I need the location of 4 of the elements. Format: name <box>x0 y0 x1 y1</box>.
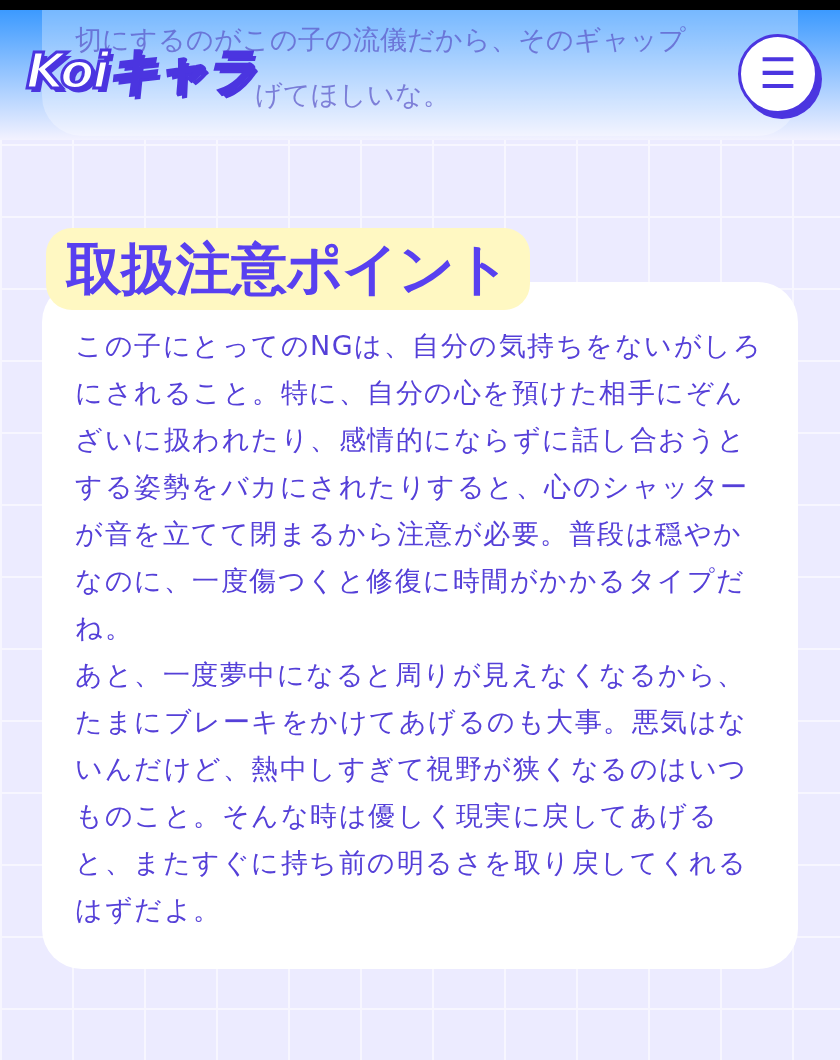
section-title: 取扱注意ポイント <box>46 228 530 310</box>
paragraph: あと、一度夢中になると周りが見えなくなるから、たまにブレーキをかけてあげるのも大事。悪気はないんだけど、熱中しすぎて視野が狭くなるのはいつものこと。そんな時は優しく現実に戻してあげると、またすぐに持ち前の明るさを取り戻してくれるはずだよ。 <box>75 658 749 927</box>
paragraph-line: げてほしいな。 <box>255 77 450 112</box>
paragraph: この子にとってのNGは、自分の気持ちをないがしろにされること。特に、自分の心を預けた相手にぞんざいに扱われたり、感情的にならずに話し合おうとする姿勢をバカにされたりすると、心のシャッターが音を立てて閉まるから注意が必要。普段は穏やかなのに、一度傷つくと修復に時間がかかるタイプだね。 <box>75 329 764 645</box>
